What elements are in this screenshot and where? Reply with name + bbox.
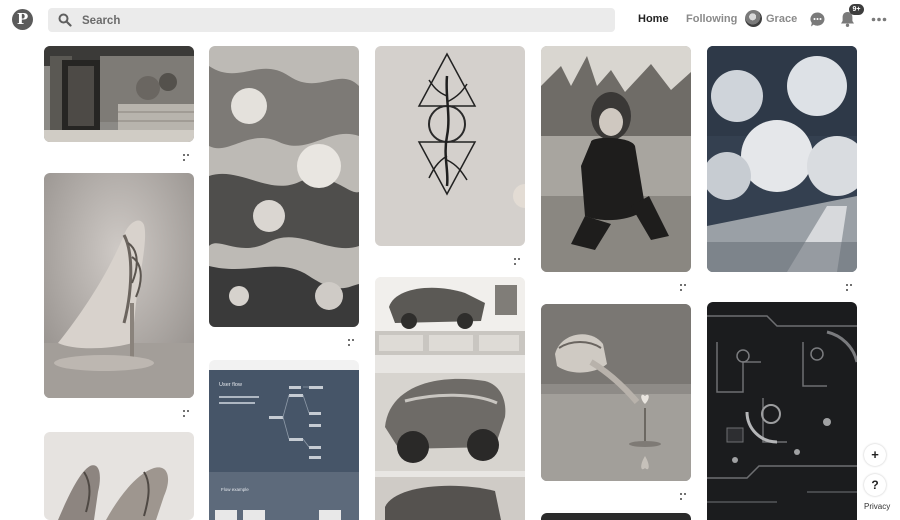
pin-image <box>44 173 194 398</box>
pin-image <box>44 46 194 142</box>
add-pin-button[interactable]: + <box>864 444 886 466</box>
notification-badge: 9+ <box>849 4 864 15</box>
pin-child-flower-water[interactable] <box>541 304 691 481</box>
pin-more-button[interactable] <box>680 490 690 500</box>
pin-image <box>375 46 525 246</box>
board-title: User flow <box>219 382 242 388</box>
pin-next-item[interactable] <box>541 513 691 520</box>
pin-image <box>707 46 857 272</box>
pin-image <box>541 304 691 481</box>
avatar <box>745 10 762 27</box>
pin-more-button[interactable] <box>348 336 358 346</box>
search-input[interactable] <box>80 11 604 31</box>
pin-more-button[interactable] <box>183 151 193 161</box>
nav-home-link[interactable]: Home <box>638 13 669 25</box>
pin-more-button[interactable] <box>680 281 690 291</box>
pinterest-logo-icon[interactable]: P <box>12 9 33 30</box>
chat-bubble-icon[interactable] <box>809 11 826 28</box>
nav-following-link[interactable]: Following <box>686 13 737 25</box>
pin-image <box>541 46 691 272</box>
pin-circuit-pattern[interactable] <box>707 302 857 520</box>
pin-white-trees-path[interactable] <box>707 46 857 272</box>
pin-more-button[interactable] <box>846 281 856 291</box>
help-button[interactable]: ? <box>864 474 886 496</box>
pin-more-button[interactable] <box>514 255 524 265</box>
pin-user-flow-board[interactable]: User flow Flow example <box>209 360 359 520</box>
pin-tree-triangle-drawing[interactable] <box>375 46 525 246</box>
top-header: P Home Following Grace 9+ <box>0 0 900 40</box>
pin-heels-pair[interactable] <box>44 432 194 520</box>
pin-stone-doorway[interactable] <box>44 46 194 142</box>
pin-image <box>209 46 359 327</box>
privacy-link[interactable]: Privacy <box>862 501 893 512</box>
search-icon <box>58 13 72 27</box>
pin-image <box>375 277 525 520</box>
search-bar[interactable] <box>48 8 615 32</box>
pin-floral-texture[interactable] <box>209 46 359 327</box>
pin-silver-high-heel[interactable] <box>44 173 194 398</box>
pin-girl-crouching[interactable] <box>541 46 691 272</box>
pin-image <box>44 432 194 520</box>
board-subtitle: Flow example <box>221 487 249 492</box>
profile-name: Grace <box>766 13 798 25</box>
pin-vehicle-concept-sketches[interactable] <box>375 277 525 520</box>
pin-image <box>707 302 857 520</box>
more-options-icon[interactable] <box>871 17 887 22</box>
pin-more-button[interactable] <box>183 407 193 417</box>
